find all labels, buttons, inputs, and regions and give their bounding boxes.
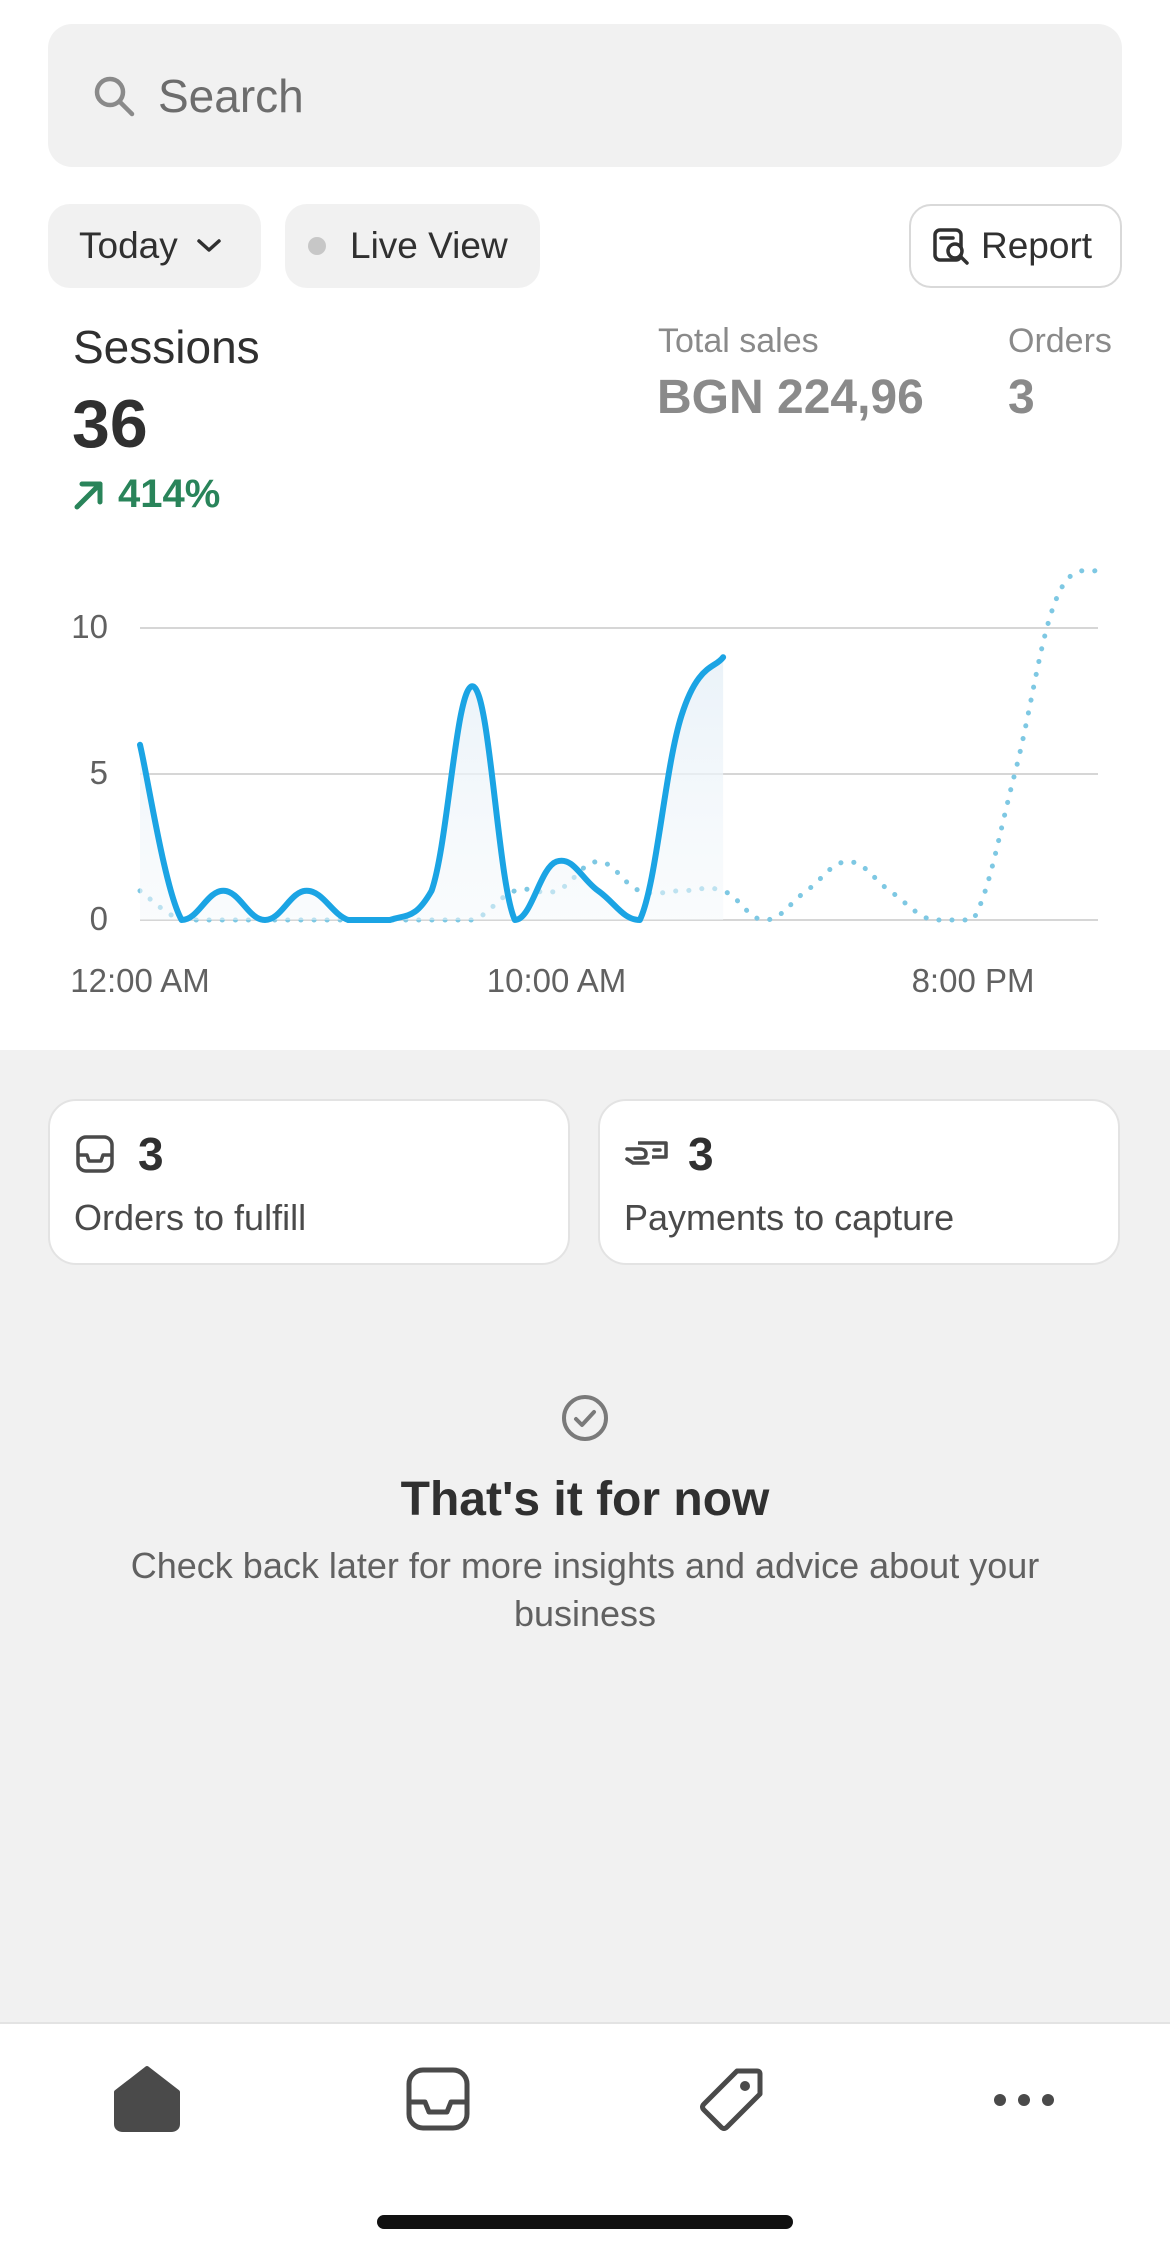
x-tick-label: 12:00 AM: [70, 962, 210, 999]
products-icon[interactable]: [697, 2066, 765, 2134]
sessions-chart: [137, 567, 1101, 924]
y-tick-label: 5: [89, 754, 108, 791]
orders-to-fulfill-count: 3: [138, 1128, 164, 1180]
current-series-line: [137, 654, 727, 924]
more-icon[interactable]: [992, 2090, 1056, 2110]
payments-to-capture-count: 3: [688, 1128, 714, 1180]
inbox-icon: [76, 1135, 114, 1173]
payments-to-capture-label: Payments to capture: [624, 1197, 955, 1238]
empty-state-title: That's it for now: [400, 1473, 770, 1526]
x-tick-label: 8:00 PM: [911, 962, 1035, 999]
x-tick-label: 10:00 AM: [486, 962, 627, 999]
y-tick-label: 0: [89, 900, 108, 937]
empty-state-text: Check back later for more insights and a…: [130, 1545, 1040, 1634]
comparison-series-line: [137, 567, 1101, 923]
orders-icon[interactable]: [405, 2066, 471, 2132]
check-circle-icon: [562, 1395, 608, 1441]
y-tick-label: 10: [71, 608, 108, 645]
home-icon[interactable]: [112, 2064, 182, 2132]
orders-to-fulfill-card[interactable]: 3 Orders to fulfill: [48, 1099, 570, 1265]
orders-to-fulfill-label: Orders to fulfill: [74, 1197, 307, 1238]
payments-to-capture-card[interactable]: 3 Payments to capture: [598, 1099, 1120, 1265]
hand-money-icon: [625, 1141, 668, 1165]
home-indicator: [377, 2215, 793, 2229]
